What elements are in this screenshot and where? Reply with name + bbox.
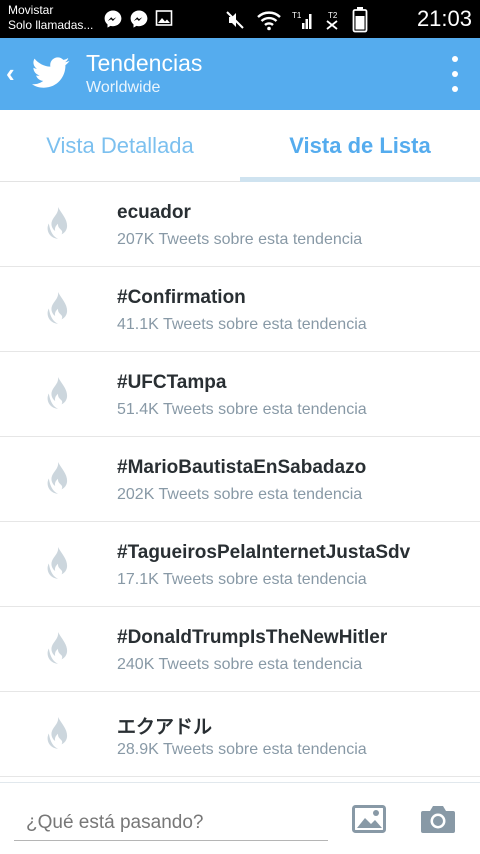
trend-item[interactable]: #DonaldTrumpIsTheNewHitler 240K Tweets s… [0,607,480,692]
signal-icon: T1 [292,9,314,31]
flame-icon [47,717,68,749]
carrier-status: Solo llamadas... [8,18,94,32]
carrier-info: Movistar Solo llamadas... [8,3,93,33]
app-bar: ‹ Tendencias Worldwide [0,38,480,110]
gallery-icon [155,9,175,29]
view-tabs: Vista Detallada Vista de Lista [0,110,480,182]
flame-icon [47,462,68,494]
trend-item[interactable]: #TagueirosPelaInternetJustaSdv 17.1K Twe… [0,522,480,607]
trend-name: #MarioBautistaEnSabadazo [117,457,367,478]
trend-item[interactable]: #Confirmation 41.1K Tweets sobre esta te… [0,267,480,352]
trend-name: #DonaldTrumpIsTheNewHitler [117,627,388,648]
wifi-icon [256,9,282,31]
battery-icon [352,7,368,33]
trend-count: 28.9K Tweets sobre esta tendencia [117,741,367,758]
more-vertical-icon[interactable] [452,56,460,92]
trend-item[interactable]: ecuador 207K Tweets sobre esta tendencia [0,182,480,267]
flame-icon [47,207,68,239]
trend-name: エクアドル [117,717,213,738]
back-chevron-icon[interactable]: ‹ [6,60,15,86]
trend-name: ecuador [117,202,191,223]
status-bar: Movistar Solo llamadas... T1 T2 21:03 [0,0,480,38]
page-subtitle: Worldwide [86,79,161,96]
page-title: Tendencias [86,50,203,76]
trend-item[interactable]: #MarioBautistaEnSabadazo 202K Tweets sob… [0,437,480,522]
trend-name: #TagueirosPelaInternetJustaSdv [117,542,411,563]
messenger-icon [129,9,149,29]
trend-count: 207K Tweets sobre esta tendencia [117,231,363,248]
svg-text:T2: T2 [328,11,338,20]
flame-icon [47,632,68,664]
trend-count: 240K Tweets sobre esta tendencia [117,656,363,673]
trend-count: 51.4K Tweets sobre esta tendencia [117,401,367,418]
svg-text:T1: T1 [292,11,302,20]
flame-icon [47,292,68,324]
clock: 21:03 [416,6,472,31]
trend-list: ecuador 207K Tweets sobre esta tendencia… [0,182,480,777]
twitter-bird-icon[interactable] [32,56,70,90]
photo-icon[interactable] [352,805,386,833]
tab-list-view[interactable]: Vista de Lista [240,110,480,182]
trend-count: 41.1K Tweets sobre esta tendencia [117,316,367,333]
trend-item[interactable]: #UFCTampa 51.4K Tweets sobre esta tenden… [0,352,480,437]
signal-off-icon: T2 [324,9,342,31]
system-icons: T1 T2 [224,7,368,33]
flame-icon [47,377,68,409]
trend-count: 202K Tweets sobre esta tendencia [117,486,363,503]
notification-icons [103,9,175,29]
messenger-icon [103,9,123,29]
trend-name: #Confirmation [117,287,246,308]
compose-bar [0,782,480,854]
mute-icon [224,9,246,31]
trend-count: 17.1K Tweets sobre esta tendencia [117,571,367,588]
carrier-name: Movistar [8,3,54,17]
compose-input[interactable] [14,805,328,841]
trend-item[interactable]: エクアドル 28.9K Tweets sobre esta tendencia [0,692,480,777]
camera-icon[interactable] [420,803,456,835]
tab-detailed-view[interactable]: Vista Detallada [0,110,240,181]
trend-name: #UFCTampa [117,372,227,393]
flame-icon [47,547,68,579]
